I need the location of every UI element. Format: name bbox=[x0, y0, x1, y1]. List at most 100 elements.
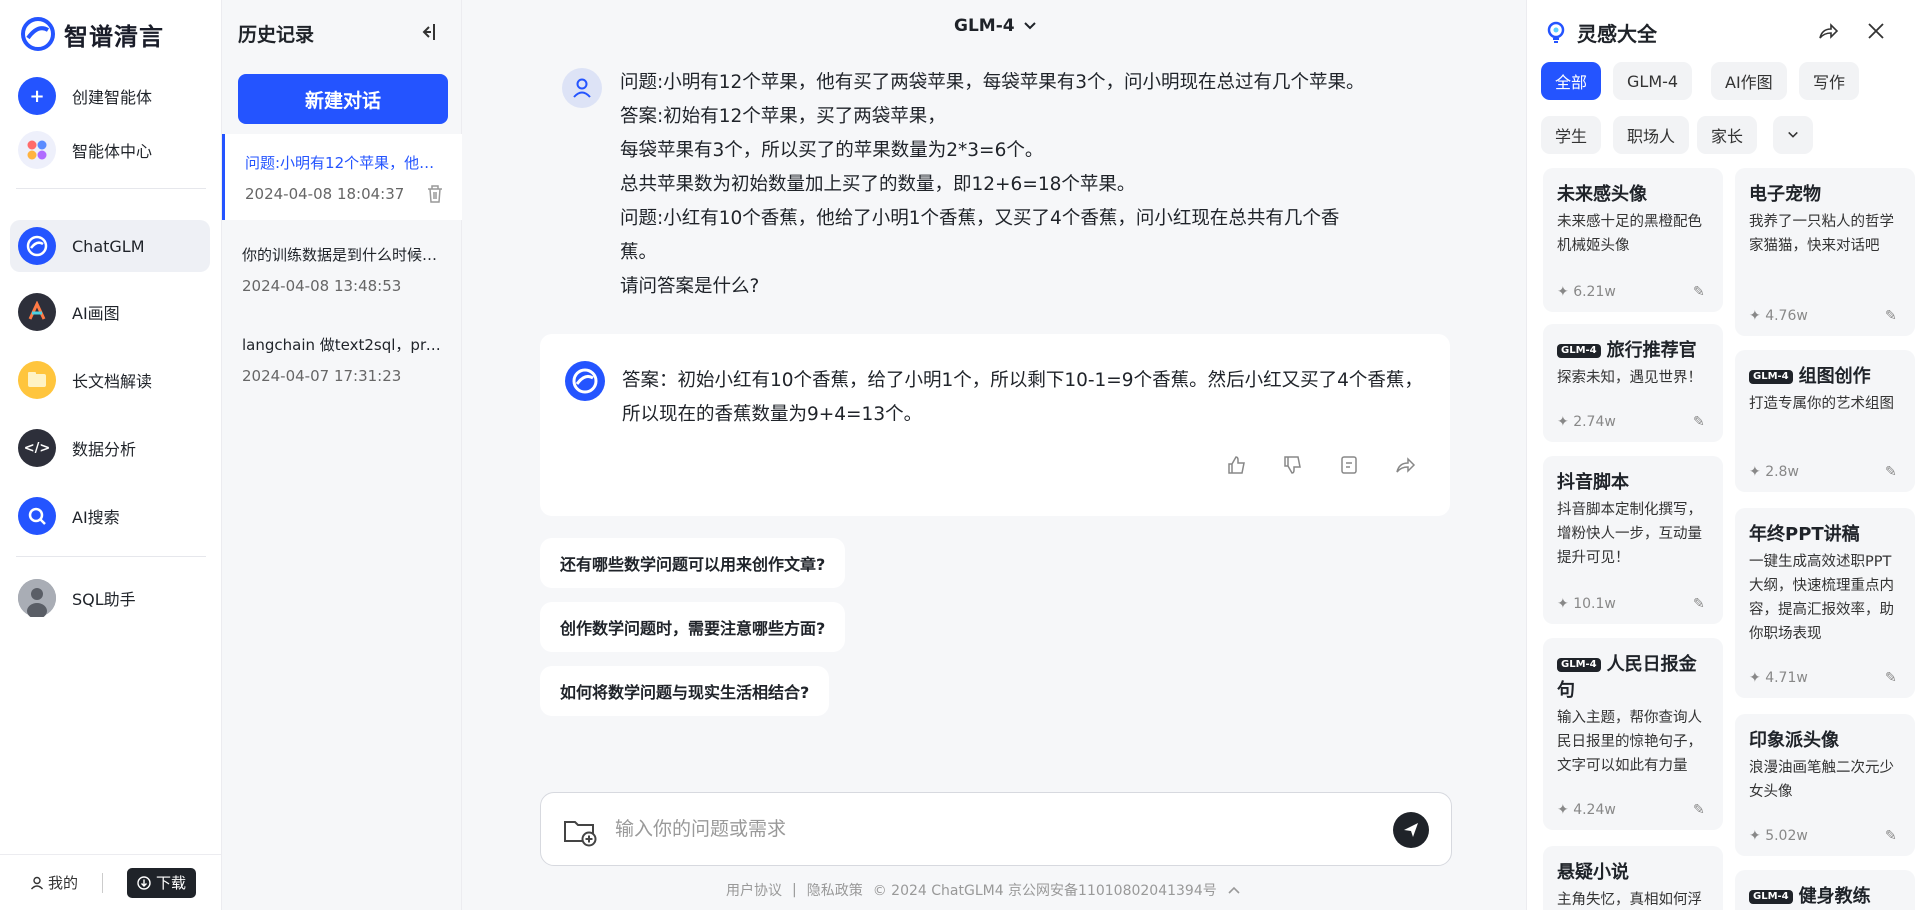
nav-ai-search[interactable]: AI搜索 bbox=[10, 490, 210, 542]
mine-link[interactable]: 我的 bbox=[30, 872, 78, 893]
history-item[interactable]: 问题:小明有12个苹果，他有买了两袋苹果，每袋苹果有3个 2024-04-08 … bbox=[222, 134, 462, 220]
edit-icon[interactable]: ✎ bbox=[1693, 596, 1709, 612]
chip-all[interactable]: 全部 bbox=[1541, 62, 1602, 100]
suggestion-button[interactable]: 创作数学问题时，需要注意哪些方面? bbox=[540, 602, 846, 652]
edit-icon[interactable]: ✎ bbox=[1693, 802, 1709, 818]
copy-icon[interactable] bbox=[1338, 454, 1360, 476]
history-item-title: 你的训练数据是到什么时候的？ bbox=[242, 246, 442, 264]
inspiration-card[interactable]: 未来感头像 未来感十足的黑橙配色机械姬头像 ✦ 6.21w ✎ bbox=[1543, 168, 1723, 312]
history-panel: 历史记录 新建对话 问题:小明有12个苹果，他有买了两袋苹果，每袋苹果有3个 2… bbox=[222, 0, 462, 910]
share-icon[interactable] bbox=[1817, 20, 1839, 42]
nav-sql-assistant[interactable]: SQL助手 bbox=[10, 572, 210, 624]
chevron-down-icon bbox=[1788, 131, 1798, 138]
left-nav: 智谱清言 + 创建智能体 智能体中心 ChatGLM AI画图 长文档解读 </… bbox=[0, 0, 222, 910]
history-item-date: 2024-04-07 17:31:23 bbox=[242, 367, 402, 385]
card-title: 电子宠物 bbox=[1749, 184, 1821, 205]
history-item[interactable]: 你的训练数据是到什么时候的？ 2024-04-08 13:48:53 bbox=[222, 226, 462, 312]
card-desc: 抖音脚本定制化撰写，增粉快人一步，互动量提升可见！ bbox=[1557, 502, 1702, 566]
chip-glm4[interactable]: GLM-4 bbox=[1613, 62, 1693, 100]
brand-name: 智谱清言 bbox=[64, 22, 164, 51]
new-chat-button[interactable]: 新建对话 bbox=[238, 74, 448, 124]
chip-more[interactable] bbox=[1773, 116, 1813, 154]
glm4-badge: GLM-4 bbox=[1749, 370, 1793, 384]
inspiration-card[interactable]: GLM-4 旅行推荐官 探索未知，遇见世界！ ✦ 2.74w ✎ bbox=[1543, 324, 1723, 442]
chat-input[interactable] bbox=[615, 811, 1375, 847]
collapse-panel-icon[interactable] bbox=[415, 20, 439, 44]
inspiration-card[interactable]: 印象派头像 浪漫油画笔触二次元少女头像 ✦ 5.02w ✎ bbox=[1735, 714, 1915, 856]
edit-icon[interactable]: ✎ bbox=[1885, 828, 1901, 844]
privacy-link[interactable]: 隐私政策 bbox=[807, 880, 863, 900]
nav-label: 数据分析 bbox=[72, 440, 137, 459]
inspiration-card[interactable]: GLM-4 人民日报金句 输入主题，帮你查询人民日报里的惊艳句子，文字可以如此有力… bbox=[1543, 638, 1723, 830]
card-desc: 输入主题，帮你查询人民日报里的惊艳句子，文字可以如此有力量 bbox=[1557, 710, 1702, 774]
suggestion-button[interactable]: 还有哪些数学问题可以用来创作文章? bbox=[540, 538, 846, 588]
page-footer: 用户协议 | 隐私政策 © 2024 ChatGLM4 京公网安备1101080… bbox=[726, 880, 1241, 900]
edit-icon[interactable]: ✎ bbox=[1885, 670, 1901, 686]
glm4-badge: GLM-4 bbox=[1749, 890, 1793, 904]
nav-label: 创建智能体 bbox=[72, 88, 153, 107]
card-desc: 我养了一只粘人的哲学家猫猫，快来对话吧 bbox=[1749, 214, 1894, 254]
nav-long-doc[interactable]: 长文档解读 bbox=[10, 354, 210, 406]
sql-avatar bbox=[18, 579, 56, 617]
inspiration-card[interactable]: 年终PPT讲稿 一键生成高效述职PPT大纲，快速梳理重点内容，提高汇报效率，助你… bbox=[1735, 508, 1915, 698]
terms-link[interactable]: 用户协议 bbox=[726, 880, 782, 900]
close-icon[interactable] bbox=[1865, 20, 1887, 42]
history-title: 历史记录 bbox=[238, 24, 315, 46]
nav-data-analysis[interactable]: </> 数据分析 bbox=[10, 422, 210, 474]
card-count: ✦ 10.1w bbox=[1557, 596, 1616, 612]
nav-label: 长文档解读 bbox=[72, 372, 153, 391]
code-icon: </> bbox=[18, 429, 56, 467]
nav-chatglm[interactable]: ChatGLM bbox=[10, 220, 210, 272]
chip-worker[interactable]: 职场人 bbox=[1613, 116, 1690, 154]
chat-main: GLM-4 问题:小明有12个苹果，他有买了两袋苹果，每袋苹果有3个，问小明现在… bbox=[462, 0, 1526, 910]
chat-input-box bbox=[540, 792, 1452, 866]
edit-icon[interactable]: ✎ bbox=[1693, 284, 1709, 300]
chip-ai-draw[interactable]: AI作图 bbox=[1711, 62, 1787, 100]
chevron-up-icon[interactable] bbox=[1227, 885, 1241, 895]
card-count: ✦ 6.21w bbox=[1557, 284, 1616, 300]
card-title: 印象派头像 bbox=[1749, 730, 1839, 751]
bulb-icon bbox=[1547, 21, 1565, 43]
thumbs-up-icon[interactable] bbox=[1226, 454, 1248, 476]
nav-ai-draw[interactable]: AI画图 bbox=[10, 286, 210, 338]
card-desc: 未来感十足的黑橙配色机械姬头像 bbox=[1557, 214, 1702, 254]
model-selector[interactable]: GLM-4 bbox=[954, 16, 1037, 36]
suggestion-button[interactable]: 如何将数学问题与现实生活相结合? bbox=[540, 666, 830, 716]
edit-icon[interactable]: ✎ bbox=[1885, 308, 1901, 324]
card-count: ✦ 4.24w bbox=[1557, 802, 1616, 818]
inspiration-card[interactable]: 抖音脚本 抖音脚本定制化撰写，增粉快人一步，互动量提升可见！ ✦ 10.1w ✎ bbox=[1543, 456, 1723, 624]
history-item[interactable]: langchain 做text2sql，prompt怎么写 2024-04-07… bbox=[222, 316, 462, 402]
thumbs-down-icon[interactable] bbox=[1282, 454, 1304, 476]
plus-icon: + bbox=[18, 77, 56, 115]
nav-divider bbox=[16, 556, 206, 557]
message-line: 问题:小明有12个苹果，他有买了两袋苹果，每袋苹果有3个，问小明现在总过有几个苹… bbox=[620, 72, 1365, 93]
chevron-down-icon bbox=[1023, 22, 1036, 30]
nav-divider bbox=[16, 188, 206, 189]
share-icon[interactable] bbox=[1394, 454, 1416, 476]
card-desc: 打造专属你的艺术组图 bbox=[1749, 396, 1894, 412]
send-button[interactable] bbox=[1393, 812, 1429, 848]
logo[interactable]: 智谱清言 bbox=[20, 16, 164, 52]
inspiration-card[interactable]: 悬疑小说 主角失忆，真相如何浮出水面 bbox=[1543, 846, 1723, 910]
inspiration-title: 灵感大全 bbox=[1577, 22, 1657, 46]
inspiration-panel: 灵感大全 全部 GLM-4 AI作图 写作 学生 职场人 家长 未来感头像 未来… bbox=[1526, 0, 1918, 910]
chip-student[interactable]: 学生 bbox=[1541, 116, 1602, 154]
nav-agent-center[interactable]: 智能体中心 bbox=[10, 124, 210, 176]
upload-file-icon[interactable] bbox=[563, 817, 597, 847]
nav-create-agent[interactable]: + 创建智能体 bbox=[10, 70, 210, 122]
send-icon bbox=[1404, 823, 1418, 837]
folder-icon bbox=[18, 361, 56, 399]
edit-icon[interactable]: ✎ bbox=[1693, 414, 1709, 430]
assistant-message-text: 答案：初始小红有10个香蕉，给了小明1个，所以剩下10-1=9个香蕉。然后小红又… bbox=[622, 364, 1432, 432]
chip-parent[interactable]: 家长 bbox=[1697, 116, 1758, 154]
delete-icon[interactable] bbox=[426, 184, 444, 204]
inspiration-card[interactable]: 电子宠物 我养了一只粘人的哲学家猫猫，快来对话吧 ✦ 4.76w ✎ bbox=[1735, 168, 1915, 336]
message-line: 问题:小红有10个香蕉，他给了小明1个香蕉，又买了4个香蕉，问小红现在总共有几个… bbox=[620, 208, 1340, 229]
chip-writing[interactable]: 写作 bbox=[1799, 62, 1860, 100]
inspiration-card[interactable]: GLM-4 组图创作 打造专属你的艺术组图 ✦ 2.8w ✎ bbox=[1735, 350, 1915, 492]
history-item-title: langchain 做text2sql，prompt怎么写 bbox=[242, 336, 442, 354]
search-icon bbox=[18, 497, 56, 535]
edit-icon[interactable]: ✎ bbox=[1885, 464, 1901, 480]
download-button[interactable]: 下载 bbox=[127, 867, 197, 898]
inspiration-card[interactable]: GLM-4 健身教练 bbox=[1735, 870, 1915, 910]
